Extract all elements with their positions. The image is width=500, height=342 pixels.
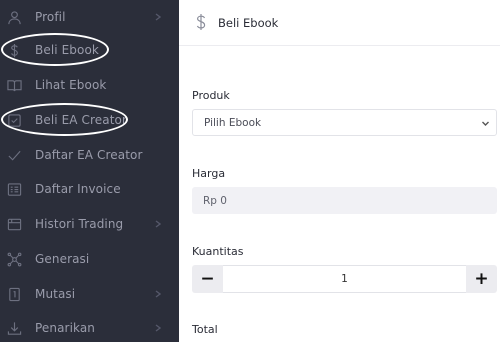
sidebar-item-label: Daftar Invoice	[35, 182, 121, 196]
produk-label: Produk	[192, 89, 230, 102]
sidebar-item-mutasi[interactable]: Mutasi	[0, 277, 179, 311]
harga-value: Rp 0	[203, 194, 227, 207]
decrement-button[interactable]: −	[192, 265, 223, 293]
chevron-right-icon	[153, 289, 163, 299]
quantity-stepper: − 1 +	[192, 265, 497, 293]
sidebar-item-generasi[interactable]: Generasi	[0, 242, 179, 276]
main-content: Beli Ebook Produk Pilih Ebook Harga Rp 0…	[179, 0, 500, 342]
page-header: Beli Ebook	[179, 0, 500, 46]
page-title: Beli Ebook	[218, 15, 279, 30]
kuantitas-label: Kuantitas	[192, 245, 244, 258]
sidebar-item-beli-ebook[interactable]: Beli Ebook	[0, 33, 179, 67]
sidebar-item-label: Lihat Ebook	[35, 78, 107, 92]
sidebar: Profil Beli Ebook Lihat Ebook Beli EA Cr…	[0, 0, 179, 342]
sidebar-item-histori-trading[interactable]: Histori Trading	[0, 207, 179, 241]
chevron-right-icon	[153, 12, 163, 22]
network-icon	[6, 251, 22, 267]
user-icon	[6, 9, 22, 25]
sidebar-item-penarikan[interactable]: Penarikan	[0, 311, 179, 342]
harga-label: Harga	[192, 167, 226, 180]
total-label: Total	[192, 323, 218, 336]
mutasi-icon	[6, 286, 22, 302]
dollar-icon	[195, 13, 207, 31]
chevron-right-icon	[153, 219, 163, 229]
produk-select[interactable]: Pilih Ebook	[192, 109, 497, 136]
sidebar-item-beli-ea-creator[interactable]: Beli EA Creator	[0, 103, 179, 137]
check-square-icon	[6, 112, 22, 128]
sidebar-item-label: Profil	[35, 10, 66, 24]
download-icon	[6, 320, 22, 336]
sidebar-item-label: Penarikan	[35, 321, 96, 335]
sidebar-item-label: Mutasi	[35, 287, 76, 301]
sidebar-item-profil[interactable]: Profil	[0, 0, 179, 34]
sidebar-item-label: Daftar EA Creator	[35, 148, 143, 162]
increment-button[interactable]: +	[466, 265, 497, 293]
dollar-icon	[6, 42, 22, 58]
chevron-down-icon	[481, 119, 490, 128]
history-icon	[6, 216, 22, 232]
produk-select-value: Pilih Ebook	[204, 116, 262, 129]
invoice-icon	[6, 181, 22, 197]
sidebar-item-label: Beli Ebook	[35, 43, 99, 57]
sidebar-item-lihat-ebook[interactable]: Lihat Ebook	[0, 68, 179, 102]
sidebar-item-label: Generasi	[35, 252, 90, 266]
harga-field: Rp 0	[192, 187, 497, 214]
sidebar-item-label: Beli EA Creator	[35, 113, 127, 127]
quantity-input[interactable]: 1	[223, 265, 466, 293]
chevron-right-icon	[153, 323, 163, 333]
sidebar-item-daftar-ea-creator[interactable]: Daftar EA Creator	[0, 138, 179, 172]
check-icon	[6, 147, 22, 163]
sidebar-item-label: Histori Trading	[35, 217, 124, 231]
sidebar-item-daftar-invoice[interactable]: Daftar Invoice	[0, 172, 179, 206]
book-icon	[6, 77, 22, 93]
